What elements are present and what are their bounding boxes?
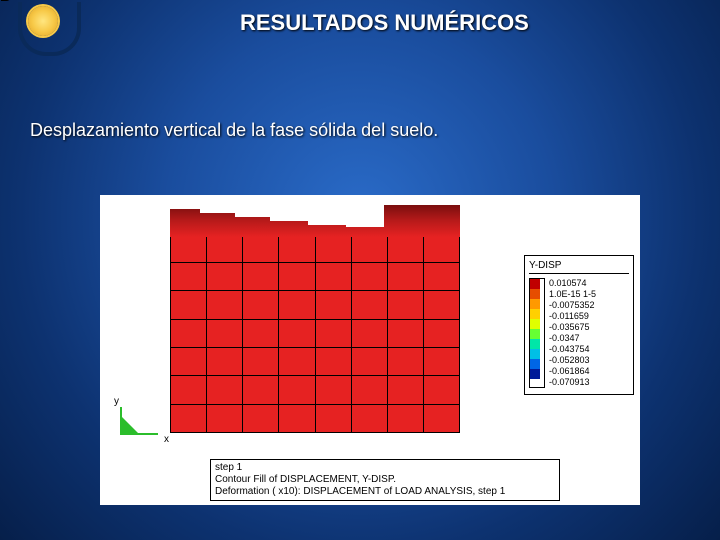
caption-line: Contour Fill of DISPLACEMENT, Y-DISP. — [215, 474, 555, 486]
legend-value: -0.070913 — [549, 377, 596, 388]
caption-line: Deformation ( x10): DISPLACEMENT of LOAD… — [215, 486, 555, 498]
legend-swatch — [530, 299, 540, 309]
fe-mesh — [170, 205, 460, 433]
legend-swatch — [530, 349, 540, 359]
legend-swatch — [530, 289, 540, 299]
university-label: UNNE — [0, 0, 13, 2]
legend-value: -0.043754 — [549, 344, 596, 355]
legend-value: -0.0347 — [549, 333, 596, 344]
legend-title: Y-DISP — [529, 260, 629, 274]
legend-swatch — [530, 319, 540, 329]
legend-value: -0.061864 — [549, 366, 596, 377]
page-subtitle: Desplazamiento vertical de la fase sólid… — [30, 120, 438, 141]
legend-value: -0.035675 — [549, 322, 596, 333]
legend-swatch — [530, 369, 540, 379]
axis-x-label: x — [164, 434, 169, 445]
legend-value: -0.0075352 — [549, 300, 596, 311]
color-legend: Y-DISP 0.0105741.0E-15 1-5-0.0075352-0.0… — [524, 255, 634, 395]
figure-caption: step 1 Contour Fill of DISPLACEMENT, Y-D… — [210, 459, 560, 501]
legend-value: 1.0E-15 1-5 — [549, 289, 596, 300]
legend-swatch — [530, 329, 540, 339]
contour-plot — [170, 205, 460, 435]
result-figure: y x step 1 Contour Fill of DISPLACEMENT,… — [100, 195, 640, 505]
legend-value: 0.010574 — [549, 278, 596, 289]
legend-value: -0.052803 — [549, 355, 596, 366]
caption-line: step 1 — [215, 462, 555, 474]
axis-y-label: y — [114, 396, 119, 407]
page-title: RESULTADOS NUMÉRICOS — [240, 10, 529, 36]
legend-swatch — [530, 279, 540, 289]
unne-logo: UNNE — [0, 0, 90, 60]
axis-triad: y x — [112, 398, 167, 443]
legend-swatch — [530, 339, 540, 349]
legend-swatch — [530, 359, 540, 369]
legend-swatch — [530, 309, 540, 319]
logo-sun-icon — [28, 6, 58, 36]
legend-value: -0.011659 — [549, 311, 596, 322]
